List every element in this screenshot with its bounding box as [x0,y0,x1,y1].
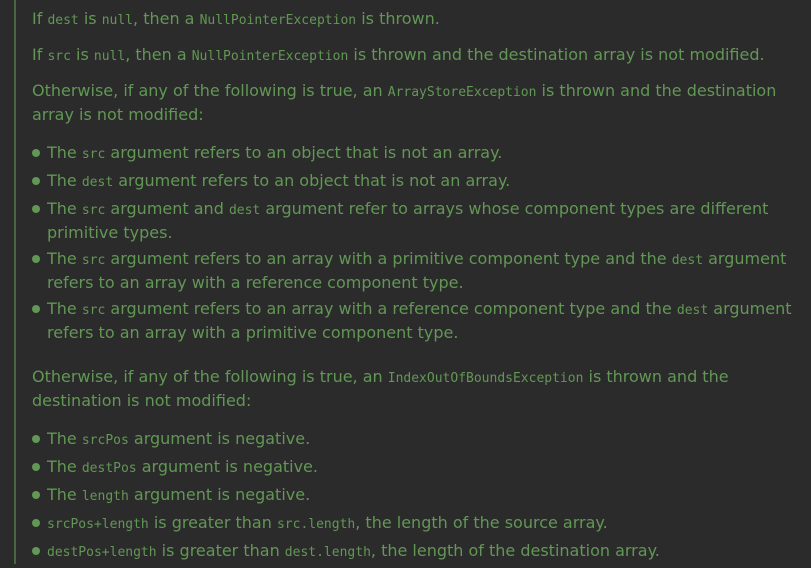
index-conditions-list: The srcPos argument is negative. The des… [32,428,797,564]
code-null: null [93,49,126,64]
code-exception: NullPointerException [199,13,357,28]
list-item: The dest argument refers to an object th… [32,170,797,194]
list-item: The src argument refers to an array with… [32,248,797,294]
list-item: The destPos argument is negative. [32,456,797,480]
list-item: The src argument refers to an object tha… [32,142,797,166]
paragraph-src-null: If src is null, then a NullPointerExcept… [32,45,765,64]
code-exception: ArrayStoreException [387,85,537,100]
list-item: srcPos+length is greater than src.length… [32,512,797,536]
paragraph-array-store: Otherwise, if any of the following is tr… [32,81,777,124]
code-exception: IndexOutOfBoundsException [387,371,584,386]
javadoc-panel: If dest is null, then a NullPointerExcep… [0,0,811,564]
list-item: The src argument refers to an array with… [32,298,797,344]
list-item: destPos+length is greater than dest.leng… [32,540,797,564]
code-src: src [47,49,71,64]
code-dest: dest [47,13,79,28]
paragraph-index-out-of-bounds: Otherwise, if any of the following is tr… [32,367,729,410]
doc-comment-gutter-rule [14,0,16,564]
list-item: The length argument is negative. [32,484,797,508]
array-store-conditions-list: The src argument refers to an object tha… [32,142,797,344]
paragraph-dest-null: If dest is null, then a NullPointerExcep… [32,9,440,28]
code-null: null [101,13,134,28]
javadoc-content: If dest is null, then a NullPointerExcep… [32,0,797,568]
list-item: The src argument and dest argument refer… [32,198,797,244]
code-exception: NullPointerException [191,49,349,64]
list-item: The srcPos argument is negative. [32,428,797,452]
